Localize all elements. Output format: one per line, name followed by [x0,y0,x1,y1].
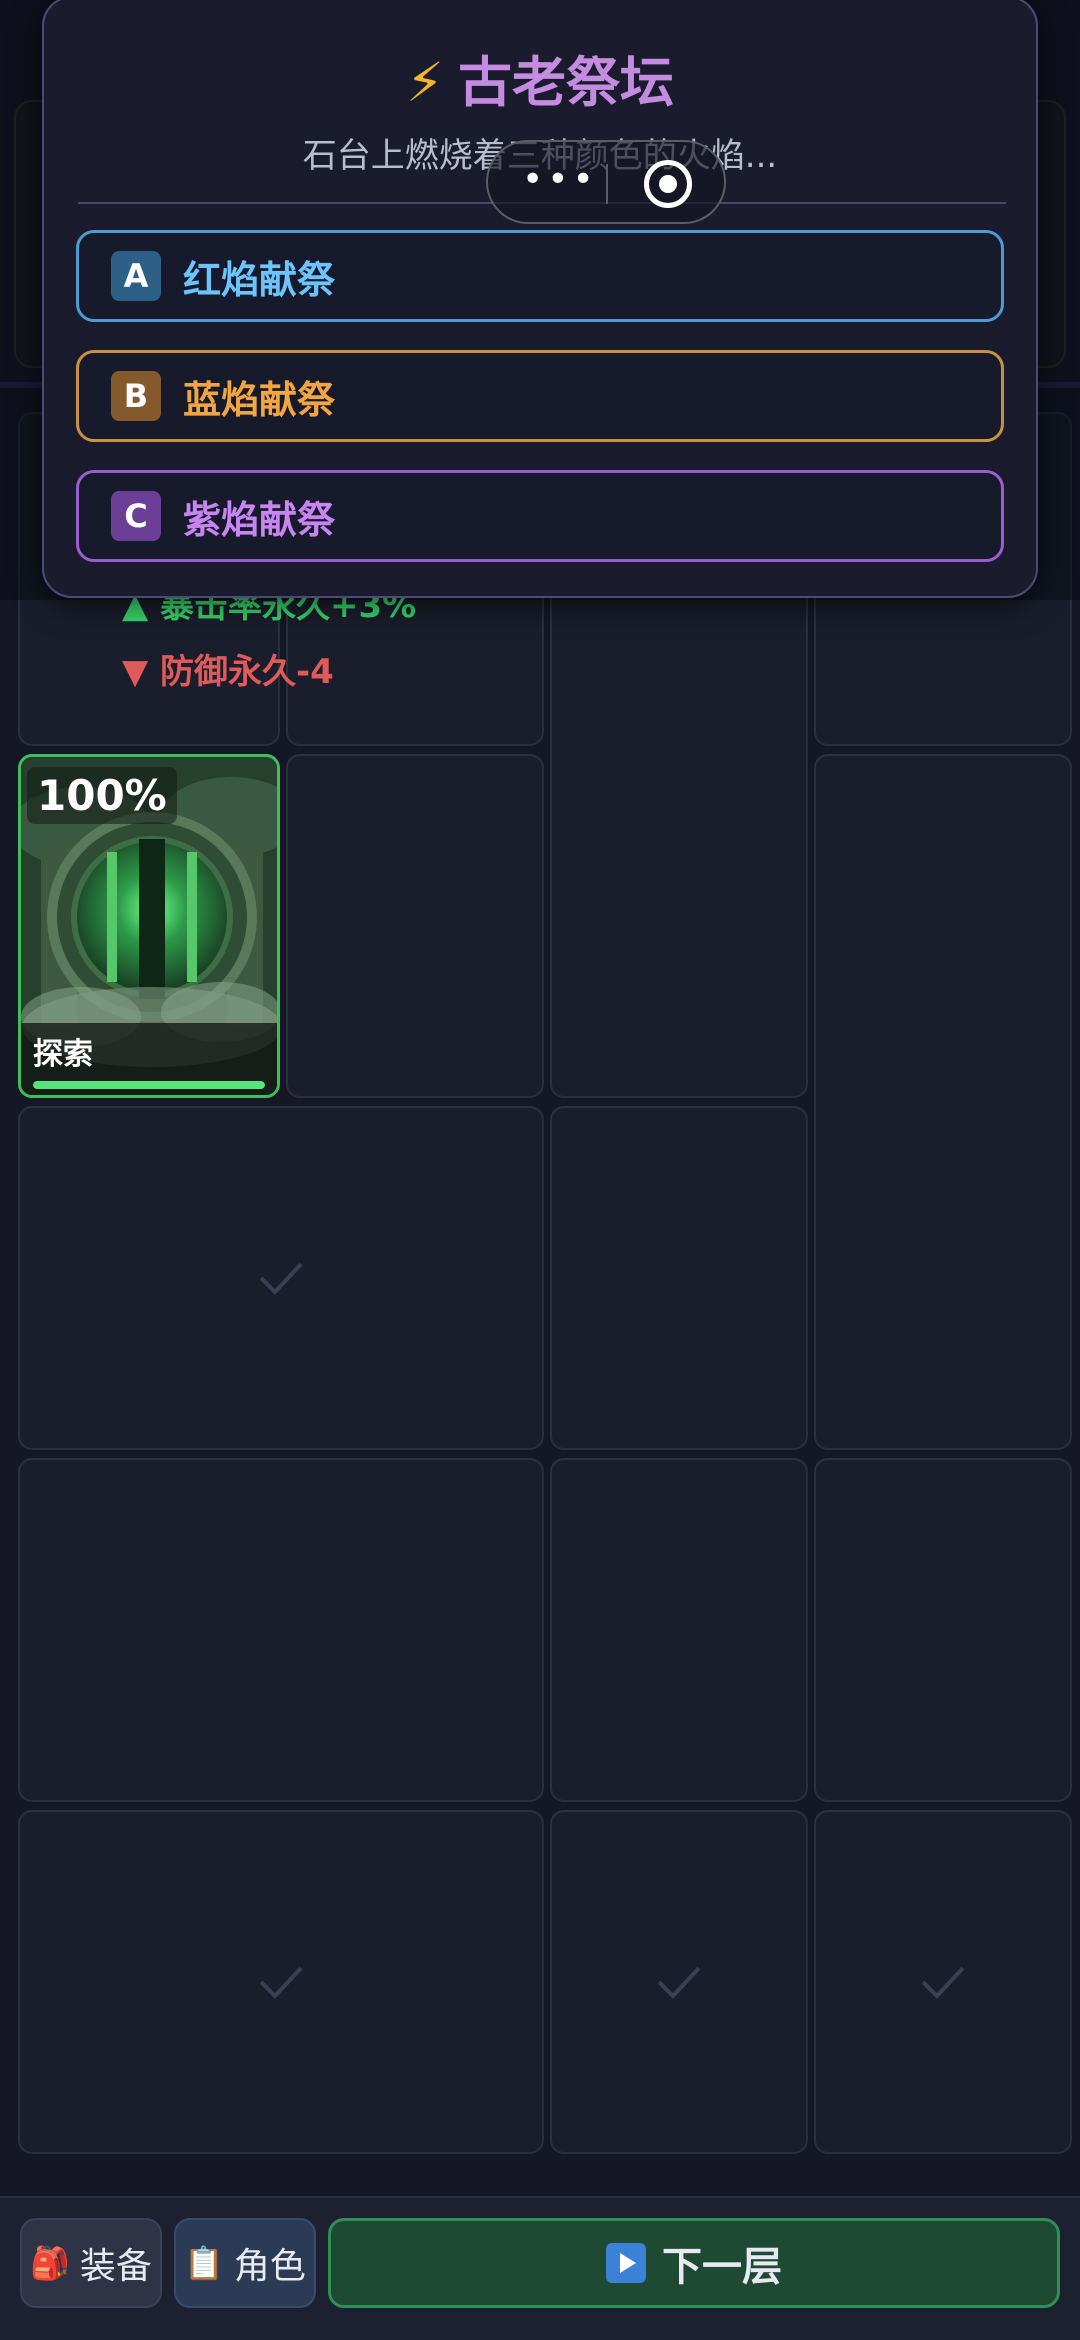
bottom-action-bar: 🎒 装备 📋 角色 下一层 [0,2196,1080,2340]
grid-cell[interactable] [550,1458,808,1802]
option-a-button[interactable]: A 红焰献祭 [76,230,1004,322]
clipboard-icon: 📋 [184,2244,224,2282]
effect-text-down: ▼ 防御永久-4 [122,644,334,693]
option-key: B [111,371,161,421]
equip-label: 装备 [79,2246,152,2287]
more-icon[interactable]: ••• [522,162,598,198]
capsule-divider [606,164,608,204]
option-b-button[interactable]: B 蓝焰献祭 [76,350,1004,442]
arrow-down-icon: ▼ [122,652,149,692]
explore-progress-bar [33,1081,265,1089]
character-label: 角色 [233,2246,306,2287]
character-button[interactable]: 📋 角色 [174,2218,316,2308]
miniprogram-capsule: ••• [486,140,726,224]
explore-progress-fill [33,1081,265,1089]
grid-cell[interactable] [18,1458,544,1802]
next-floor-label: 下一层 [662,2244,782,2290]
grid-cell-cleared[interactable] [18,1106,544,1450]
next-floor-button[interactable]: 下一层 [328,2218,1060,2308]
option-key: C [111,491,161,541]
explore-label: 探索 [33,1037,93,1072]
option-c-button[interactable]: C 紫焰献祭 [76,470,1004,562]
backpack-icon: 🎒 [30,2244,70,2282]
option-label: 紫焰献祭 [183,497,336,542]
event-modal: ⚡古老祭坛 石台上燃烧着三种颜色的火焰... A 红焰献祭 B 蓝焰献祭 C 紫… [42,0,1038,598]
play-icon [606,2243,646,2283]
modal-title-text: 古老祭坛 [457,51,674,114]
game-screen: 100% 探索 ▲ 暴击率永久+3% ▼ 防御永久-4 ⚡古老祭坛 石台上燃烧着… [0,0,1080,2340]
grid-cell[interactable] [550,1106,808,1450]
grid-cell[interactable] [814,1458,1072,1802]
option-key: A [111,251,161,301]
effect-label: 防御永久-4 [160,652,334,692]
equip-button[interactable]: 🎒 装备 [20,2218,162,2308]
checkmark-icon [921,1966,965,1999]
explore-card[interactable]: 100% 探索 [18,754,280,1098]
grid-cell-cleared[interactable] [18,1810,544,2154]
lightning-bolt-icon: ⚡ [406,51,444,114]
checkmark-icon [259,1262,303,1295]
explore-percent: 100% [27,767,177,824]
modal-title: ⚡ 古老祭坛 [44,38,1036,117]
grid-cell-cleared[interactable] [550,1810,808,2154]
option-label: 蓝焰献祭 [183,377,336,422]
grid-cell-cleared[interactable] [814,1810,1072,2154]
checkmark-icon [657,1966,701,1999]
close-target-icon[interactable] [644,160,692,208]
grid-cell[interactable] [286,754,544,1098]
option-label: 红焰献祭 [183,257,336,302]
checkmark-icon [259,1966,303,1999]
grid-cell[interactable] [814,754,1072,1450]
